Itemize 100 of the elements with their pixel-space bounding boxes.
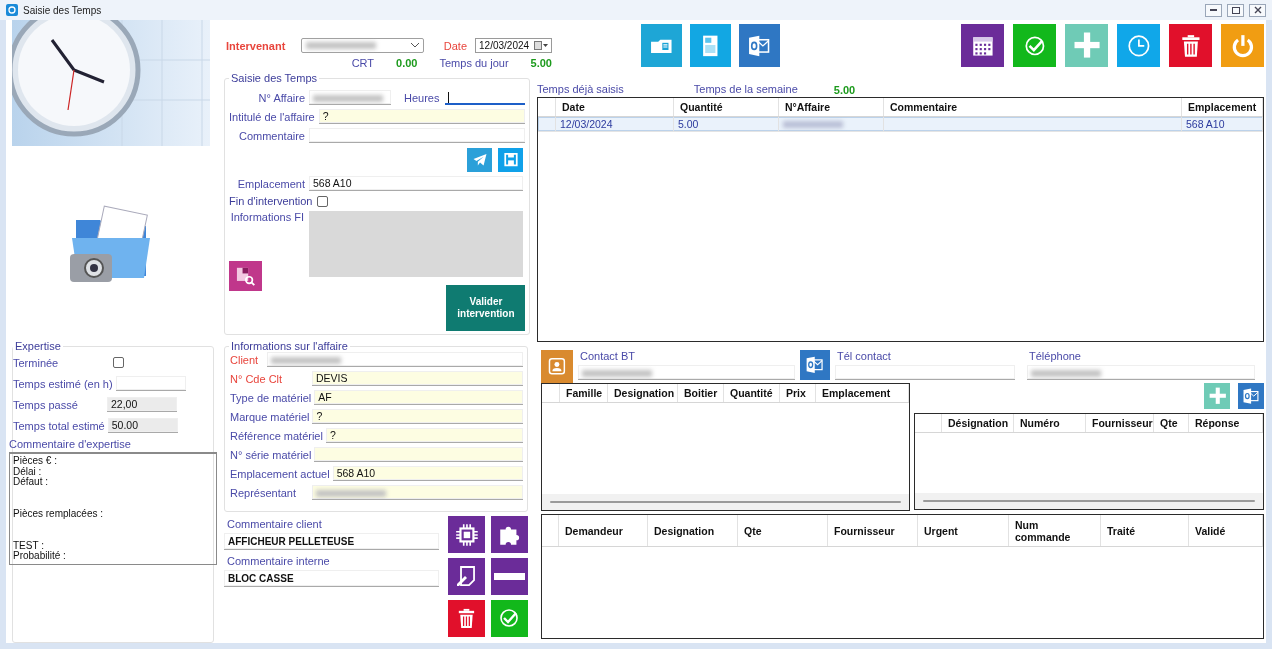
column-header[interactable]: Urgent [918, 515, 1009, 546]
save-button[interactable] [498, 148, 524, 172]
dropdown[interactable] [301, 38, 424, 53]
input-field[interactable] [312, 485, 523, 500]
field-label: Informations FI [230, 211, 305, 223]
validate-intervention-button[interactable]: Valider intervention [446, 285, 526, 331]
maximize-button[interactable] [1227, 3, 1244, 17]
input-field[interactable] [1027, 365, 1255, 380]
field-label: Temps total estimé [13, 419, 106, 432]
edit-button[interactable] [448, 558, 485, 595]
minimize-button[interactable] [1205, 3, 1222, 17]
field-label: Type de matériel [229, 391, 313, 404]
column-header[interactable]: Boitier [678, 384, 724, 402]
save-icon [501, 151, 520, 169]
column-header[interactable]: Qte [738, 515, 828, 546]
value-text: 5.00 [530, 57, 552, 69]
column-header[interactable]: N°Affaire [779, 98, 884, 116]
document-search-button[interactable] [229, 261, 262, 291]
input-field[interactable]: 22,00 [107, 397, 177, 412]
window-title: Saisie des Temps [23, 4, 103, 16]
table-row[interactable]: 12/03/2024 5.00 568 A10 [538, 117, 1264, 132]
field-label: Date [443, 39, 467, 52]
checkbox[interactable] [113, 357, 124, 368]
column-header[interactable]: Numéro [1014, 414, 1086, 432]
puzzle-button[interactable] [491, 516, 528, 553]
input-field[interactable]: AF [314, 390, 523, 405]
add-button[interactable] [1065, 24, 1109, 67]
input-field[interactable] [309, 128, 526, 143]
input-field[interactable] [309, 90, 391, 105]
send-button[interactable] [467, 148, 493, 172]
chip-button[interactable] [448, 516, 485, 553]
input-field[interactable]: 568 A10 [332, 466, 523, 481]
horizontal-scrollbar[interactable] [542, 494, 909, 510]
input-field[interactable]: ? [325, 428, 523, 443]
column-header[interactable]: Emplacement [1182, 98, 1264, 116]
field-label: Client [229, 353, 260, 366]
input-field[interactable] [115, 376, 186, 391]
validate-button[interactable] [491, 600, 528, 637]
column-header[interactable]: Qte [1154, 414, 1189, 432]
document-button[interactable] [690, 24, 731, 67]
input-field[interactable] [578, 365, 795, 380]
input-field[interactable] [267, 352, 523, 367]
close-button[interactable] [1249, 3, 1266, 17]
input-field[interactable] [445, 90, 526, 105]
column-header[interactable]: Demandeur [559, 515, 648, 546]
app-icon [6, 4, 18, 16]
column-header[interactable]: Traité [1101, 515, 1189, 546]
field-label: Commentaire client [226, 518, 323, 530]
section-title: Expertise [14, 340, 62, 352]
column-header[interactable]: Fournisseur [1086, 414, 1154, 432]
checkbox[interactable] [317, 195, 329, 207]
column-header[interactable]: Emplacement [816, 384, 909, 402]
column-header[interactable]: Famille [560, 384, 608, 402]
input-field[interactable]: DEVIS [312, 371, 523, 386]
close-icon [1253, 6, 1262, 14]
input-field[interactable] [314, 447, 523, 462]
validate-button[interactable] [1013, 24, 1057, 67]
mail-button[interactable] [739, 24, 780, 67]
column-header[interactable]: Fournisseur [828, 515, 918, 546]
input-field[interactable]: ? [318, 109, 526, 124]
field-label: Temps estimé (en h) [13, 377, 114, 390]
column-header[interactable]: Réponse [1189, 414, 1264, 432]
text-area[interactable]: Pièces € : Délai : Défaut : Pièces remplacées : TEST : Probabilité : [9, 452, 217, 565]
input-field[interactable]: 50.00 [107, 418, 178, 433]
folder-button[interactable] [641, 24, 682, 67]
field-label: Emplacement [236, 177, 306, 190]
contact-card-icon [547, 356, 567, 377]
clock-button[interactable] [1117, 24, 1161, 67]
column-header[interactable]: Date [556, 98, 674, 116]
column-header[interactable]: Designation [608, 384, 678, 402]
column-header[interactable]: Designation [648, 515, 738, 546]
input-field[interactable]: ? [312, 409, 523, 424]
contact-button[interactable] [541, 350, 573, 383]
mail-button[interactable] [1238, 383, 1265, 409]
delete-button[interactable] [448, 600, 485, 637]
delete-button[interactable] [1169, 24, 1213, 67]
add-button[interactable] [1204, 383, 1231, 409]
table-cell: 5.00 [674, 117, 779, 131]
field-label: Contact BT [579, 350, 637, 362]
input-field[interactable] [835, 365, 1015, 380]
mail-button[interactable] [800, 350, 830, 380]
field-label: Intitulé de l'affaire [229, 110, 316, 123]
column-header[interactable]: Prix [780, 384, 816, 402]
column-header[interactable]: Quantité [674, 98, 779, 116]
input-field[interactable]: BLOC CASSE [224, 570, 439, 587]
remove-button[interactable] [491, 558, 528, 595]
calendar-button[interactable] [961, 24, 1005, 67]
field-label: Terminée [13, 356, 60, 369]
input-field[interactable]: 568 A10 [309, 176, 524, 191]
power-button[interactable] [1221, 24, 1265, 67]
field-label: CRT [351, 57, 375, 69]
column-header[interactable]: Commentaire [884, 98, 1182, 116]
date-picker[interactable]: 12/03/2024 [475, 38, 552, 53]
column-header[interactable]: Validé [1189, 515, 1264, 546]
input-field[interactable]: AFFICHEUR PELLETEUSE [224, 533, 439, 550]
column-header[interactable]: Quantité [724, 384, 780, 402]
column-header[interactable]: Désignation [942, 414, 1014, 432]
column-header[interactable]: Num commande [1009, 515, 1101, 546]
field-label: Représentant [229, 486, 298, 499]
horizontal-scrollbar[interactable] [915, 493, 1264, 509]
